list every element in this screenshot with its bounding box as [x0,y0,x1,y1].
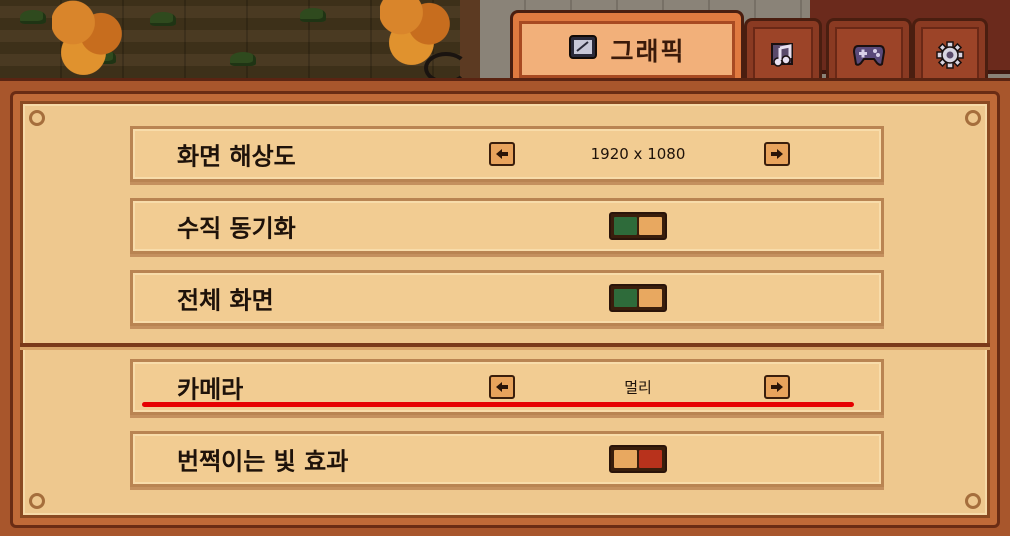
resolution-prev-button[interactable] [489,142,515,166]
fullscreen-toggle[interactable] [609,284,667,312]
setting-row-resolution: 화면 해상도 1920 x 1080 [130,126,884,182]
flash-effect-toggle[interactable] [609,445,667,473]
tab-controls[interactable] [826,18,912,84]
highlight-underline [142,402,854,407]
resolution-value: 1920 x 1080 [590,145,686,163]
fullscreen-label: 전체 화면 [177,286,274,315]
camera-label: 카메라 [177,375,244,404]
vsync-toggle[interactable] [609,212,667,240]
section-divider [20,343,990,347]
tab-audio[interactable] [744,18,822,84]
toggle-knob [639,289,662,307]
arrow-right-icon [771,149,783,159]
arrow-left-icon [496,149,508,159]
resolution-label: 화면 해상도 [177,142,296,171]
monitor-icon [568,34,598,66]
toggle-knob [614,450,637,468]
camera-next-button[interactable] [764,375,790,399]
camera-value: 멀리 [624,378,652,397]
camera-prev-button[interactable] [489,375,515,399]
tab-graphics[interactable]: 그래픽 [510,10,744,86]
music-note-icon [768,40,798,74]
setting-row-vsync: 수직 동기화 [130,198,884,254]
arrow-left-icon [496,382,508,392]
flash-effect-label: 번쩍이는 빛 효과 [177,447,349,476]
toggle-off-segment [639,450,662,468]
toggle-on-segment [614,217,637,235]
autumn-bush [52,0,122,75]
toggle-knob [639,217,662,235]
tab-general[interactable] [912,18,988,84]
arrow-right-icon [771,382,783,392]
toggle-on-segment [614,289,637,307]
vsync-label: 수직 동기화 [177,214,296,243]
setting-row-flash-effect: 번쩍이는 빛 효과 [130,431,884,487]
setting-row-fullscreen: 전체 화면 [130,270,884,326]
tab-label: 그래픽 [610,36,686,66]
gear-icon [935,40,965,74]
resolution-next-button[interactable] [764,142,790,166]
gamepad-icon [852,42,886,72]
